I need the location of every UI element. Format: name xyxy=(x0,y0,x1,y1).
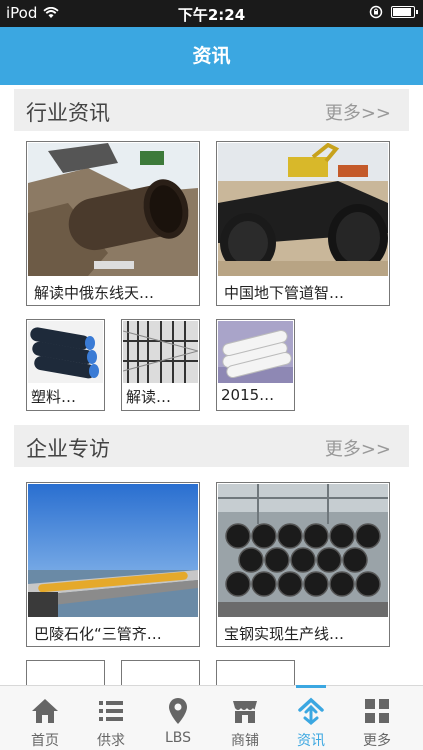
news-image xyxy=(28,484,198,617)
news-image xyxy=(218,321,293,383)
news-image xyxy=(218,484,388,617)
news-caption: 塑料… xyxy=(31,388,77,406)
news-card[interactable]: 解读中俄东线天… xyxy=(26,141,200,306)
tab-home[interactable]: 首页 xyxy=(12,686,78,750)
rotation-lock-icon xyxy=(369,5,383,19)
tab-more[interactable]: 更多 xyxy=(344,686,410,750)
grid-icon xyxy=(365,699,389,723)
tab-label: 供求 xyxy=(97,733,125,749)
tab-bar: 首页 供求 LBS 商铺 资讯 更多 xyxy=(0,685,423,750)
news-card-small[interactable] xyxy=(121,660,200,685)
news-card-small[interactable]: 解读… xyxy=(121,319,200,411)
news-card-small[interactable]: 塑料… xyxy=(26,319,105,411)
news-caption: 解读中俄东线天… xyxy=(34,284,155,302)
home-icon xyxy=(32,699,58,723)
tab-supply-demand[interactable]: 供求 xyxy=(78,686,144,750)
tab-label: LBS xyxy=(164,730,192,746)
section-header: 行业资讯 更多>> xyxy=(14,89,409,131)
news-image xyxy=(123,321,198,383)
tab-label: 更多 xyxy=(363,733,391,749)
news-card[interactable]: 巴陵石化“三管齐… xyxy=(26,482,200,647)
status-bar: iPod 下午2:24 xyxy=(0,0,423,27)
news-caption: 2015… xyxy=(221,386,275,404)
news-image xyxy=(28,321,103,383)
news-caption: 中国地下管道智… xyxy=(224,284,345,302)
news-caption: 巴陵石化“三管齐… xyxy=(34,625,162,643)
more-link[interactable]: 更多>> xyxy=(325,99,391,125)
tab-shop[interactable]: 商铺 xyxy=(212,686,278,750)
section-enterprise-interview: 企业专访 更多>> 巴陵石化“三管齐… 宝钢实现生产线… xyxy=(0,425,423,685)
active-tab-indicator xyxy=(296,685,326,688)
section-industry-news: 行业资讯 更多>> 解读中俄东线天… 中国地下管道智… 塑料… 解读… 2015… xyxy=(0,85,423,425)
content-area[interactable]: 行业资讯 更多>> 解读中俄东线天… 中国地下管道智… 塑料… 解读… 2015… xyxy=(0,85,423,685)
section-header: 企业专访 更多>> xyxy=(14,425,409,467)
news-image xyxy=(28,143,198,276)
news-image xyxy=(218,143,388,276)
status-time: 下午2:24 xyxy=(177,6,246,24)
news-icon xyxy=(298,697,324,725)
battery-icon xyxy=(391,6,418,18)
news-card[interactable]: 中国地下管道智… xyxy=(216,141,390,306)
news-caption: 宝钢实现生产线… xyxy=(224,625,345,643)
tab-news[interactable]: 资讯 xyxy=(278,685,344,750)
tab-lbs[interactable]: LBS xyxy=(145,686,211,750)
tab-label: 资讯 xyxy=(297,733,325,749)
news-card-small[interactable] xyxy=(26,660,105,685)
tab-label: 商铺 xyxy=(231,733,259,749)
more-link[interactable]: 更多>> xyxy=(325,435,391,461)
section-title: 行业资讯 xyxy=(26,101,110,125)
location-pin-icon xyxy=(169,698,187,724)
list-icon xyxy=(99,701,123,721)
shop-icon xyxy=(233,701,257,723)
section-title: 企业专访 xyxy=(26,437,110,461)
news-caption: 解读… xyxy=(126,388,172,406)
tab-label: 首页 xyxy=(31,733,59,749)
news-card[interactable]: 宝钢实现生产线… xyxy=(216,482,390,647)
page-title: 资讯 xyxy=(192,45,231,67)
nav-bar: 资讯 xyxy=(0,27,423,85)
news-card-small[interactable]: 2015… xyxy=(216,319,295,411)
news-card-small[interactable] xyxy=(216,660,295,685)
